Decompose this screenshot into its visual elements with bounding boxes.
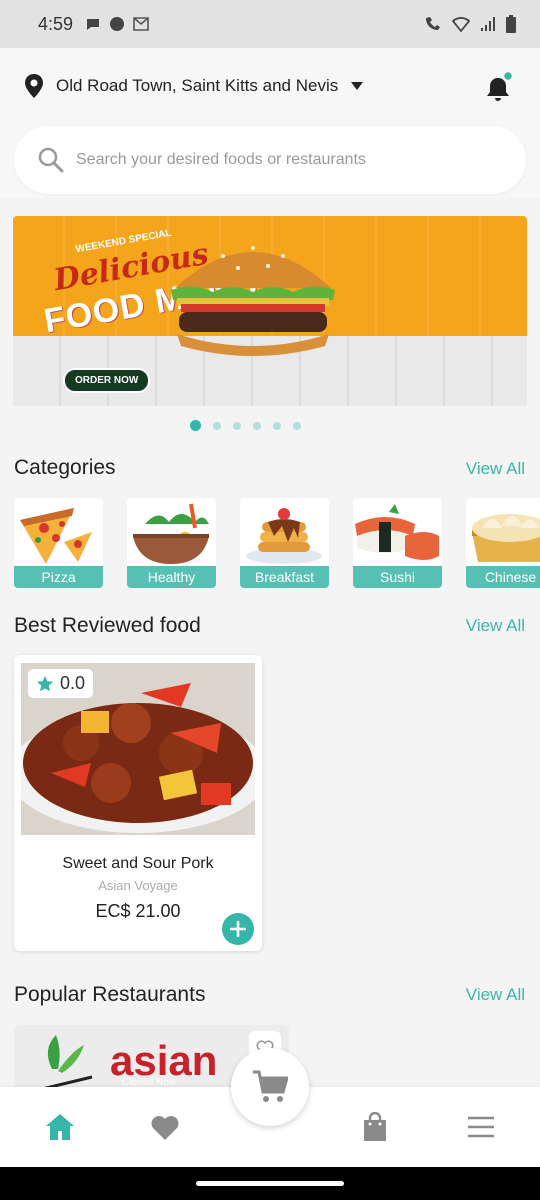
food-name: Sweet and Sour Pork: [62, 855, 214, 872]
caret-down-icon: [351, 82, 364, 90]
nav-home[interactable]: [44, 1111, 76, 1143]
location-pin-icon: [25, 74, 43, 98]
category-sushi[interactable]: Sushi: [353, 498, 442, 588]
search-bar[interactable]: [14, 126, 526, 194]
promo-banner[interactable]: WEEKEND SPECIAL Delicious FOOD MENU ORDE…: [13, 216, 527, 406]
category-label: Pizza: [14, 566, 103, 588]
top-bar: Old Road Town, Saint Kitts and Nevis: [0, 48, 540, 198]
status-time: 4:59: [38, 13, 74, 34]
food-restaurant: Asian Voyage: [98, 878, 178, 893]
restaurant-status: Closed Now: [122, 1077, 176, 1087]
banner-order-now-button[interactable]: ORDER NOW: [63, 368, 151, 393]
wifi-icon: [452, 17, 470, 32]
food-card[interactable]: 0.0 Sweet and Sour Pork Asian Voyage EC$…: [14, 655, 262, 951]
pagination-dot[interactable]: [272, 421, 281, 430]
plus-icon: [230, 921, 246, 937]
category-label: Chinese: [466, 566, 540, 588]
phone-icon: [110, 17, 125, 31]
restaurant-logo-image: [43, 1035, 93, 1087]
rating-value: 0.0: [60, 673, 86, 693]
category-breakfast[interactable]: Breakfast: [240, 498, 329, 588]
sushi-icon: [355, 504, 439, 560]
category-label: Breakfast: [240, 566, 329, 588]
categories-list: Pizza Healthy Breakfast Sushi Chinese: [14, 498, 540, 588]
signal-icon: [481, 17, 495, 31]
nav-menu[interactable]: [465, 1111, 497, 1143]
star-icon: [37, 675, 53, 691]
rating-badge: 0.0: [28, 669, 94, 698]
bag-icon: [364, 1112, 386, 1141]
pagination-dot[interactable]: [252, 421, 261, 430]
banner-pagination: [0, 420, 540, 431]
dumplings-icon: [472, 514, 540, 562]
cart-icon: [253, 1070, 288, 1102]
status-bar: 4:59: [0, 0, 540, 48]
burger-image: [171, 246, 335, 356]
nav-favorites[interactable]: [149, 1111, 181, 1143]
location-label: Old Road Town, Saint Kitts and Nevis: [56, 76, 339, 95]
pagination-dot[interactable]: [212, 421, 221, 430]
popular-restaurants-title: Popular Restaurants: [14, 983, 206, 1006]
notification-button[interactable]: [484, 70, 514, 104]
category-label: Sushi: [353, 566, 442, 588]
popular-restaurants-view-all-link[interactable]: View All: [466, 985, 525, 1005]
location-selector[interactable]: Old Road Town, Saint Kitts and Nevis: [24, 74, 364, 98]
message-icon: [87, 19, 100, 30]
bell-icon: [487, 70, 514, 101]
pagination-dot[interactable]: [189, 420, 201, 431]
pizza-icon: [20, 508, 92, 564]
wifi-call-icon: [426, 17, 440, 30]
pagination-dot[interactable]: [292, 421, 301, 430]
battery-icon: [506, 15, 516, 33]
categories-view-all-link[interactable]: View All: [466, 459, 525, 479]
nav-orders[interactable]: [359, 1111, 391, 1143]
category-chinese[interactable]: Chinese: [466, 498, 540, 588]
category-label: Healthy: [127, 566, 216, 588]
cart-button[interactable]: [231, 1048, 309, 1126]
home-icon: [46, 1114, 74, 1140]
best-reviewed-title: Best Reviewed food: [14, 614, 201, 637]
pagination-dot[interactable]: [232, 421, 241, 430]
gmail-icon: [133, 17, 149, 31]
menu-icon: [468, 1116, 494, 1138]
heart-icon: [151, 1116, 179, 1140]
pancakes-icon: [246, 508, 322, 564]
search-icon: [38, 147, 64, 173]
category-healthy[interactable]: Healthy: [127, 498, 216, 588]
add-to-cart-button[interactable]: [222, 913, 254, 945]
category-pizza[interactable]: Pizza: [14, 498, 103, 588]
system-gesture-bar: [0, 1167, 540, 1200]
search-input[interactable]: [76, 151, 476, 169]
salad-bowl-icon: [133, 503, 209, 564]
categories-title: Categories: [14, 456, 116, 479]
best-reviewed-view-all-link[interactable]: View All: [466, 616, 525, 636]
home-gesture-handle[interactable]: [196, 1181, 344, 1186]
